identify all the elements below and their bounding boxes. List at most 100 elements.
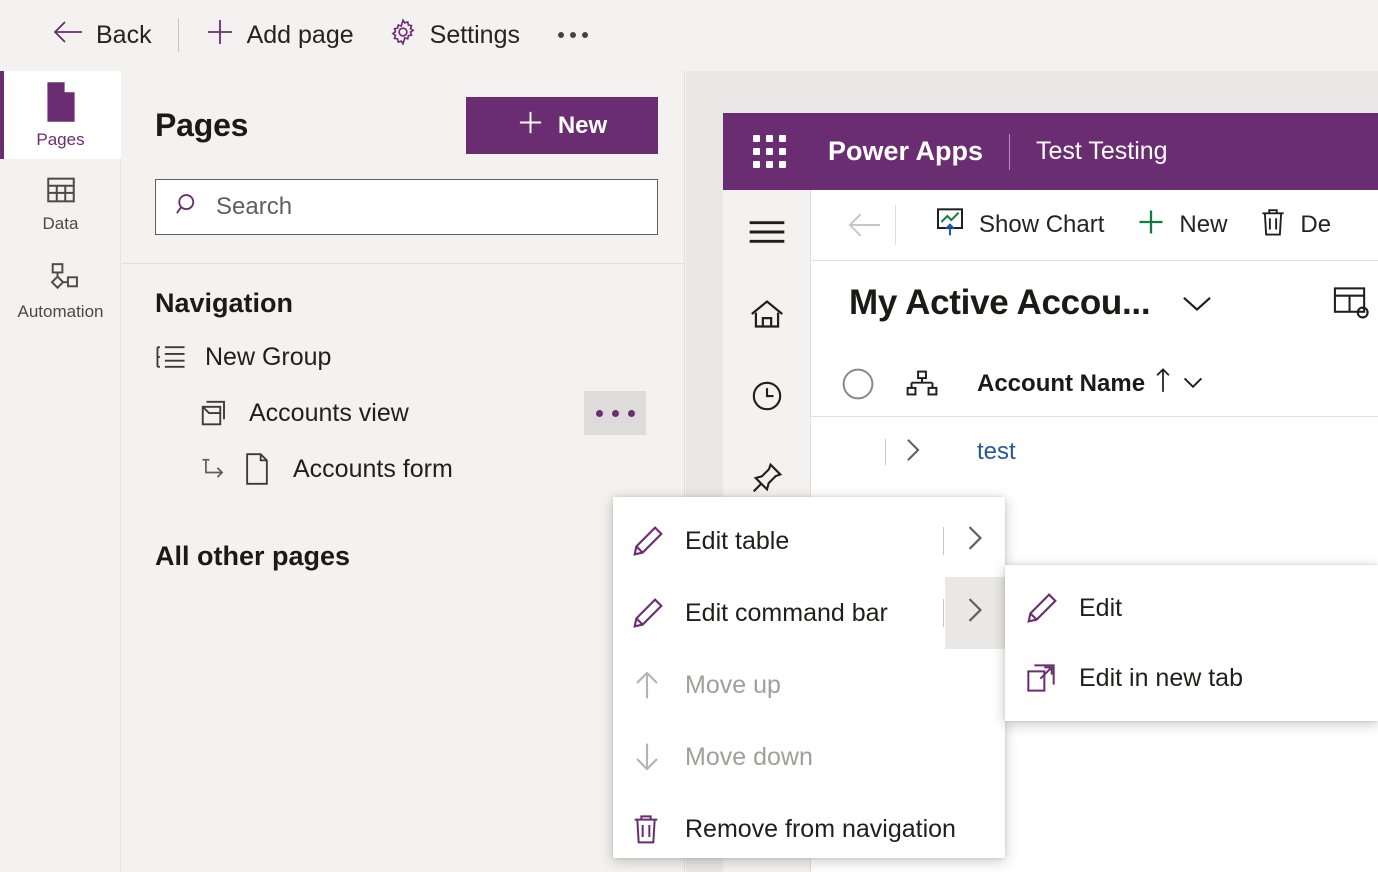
waffle-icon[interactable] bbox=[753, 135, 786, 168]
view-selector-row: My Active Accou... bbox=[811, 261, 1378, 323]
row-expand-button[interactable] bbox=[841, 436, 977, 469]
tree-item-accounts-form[interactable]: Accounts form bbox=[122, 441, 684, 497]
context-menu-item-move-up: Move up bbox=[613, 649, 1005, 721]
pencil-icon bbox=[1025, 591, 1079, 625]
open-in-new-tab-icon bbox=[1025, 662, 1079, 694]
arrow-up-icon bbox=[1154, 367, 1172, 400]
tree-item-label: Accounts view bbox=[249, 398, 409, 427]
app-command-bar: Show Chart New De bbox=[811, 190, 1378, 261]
navigation-tree: New Group Accounts view Accounts form bbox=[122, 329, 684, 497]
dot bbox=[753, 161, 760, 168]
select-all-checkbox[interactable] bbox=[841, 367, 905, 401]
hierarchy-icon bbox=[905, 369, 977, 399]
pages-panel: Pages New Navigation bbox=[122, 71, 685, 872]
edit-columns-icon[interactable] bbox=[1332, 285, 1370, 321]
new-record-label: New bbox=[1179, 211, 1228, 238]
form-page-icon bbox=[243, 453, 283, 485]
column-header-label: Account Name bbox=[977, 369, 1146, 397]
pencil-icon bbox=[631, 596, 685, 630]
show-chart-label: Show Chart bbox=[979, 211, 1105, 238]
search-box[interactable] bbox=[155, 179, 658, 235]
arrow-left-icon[interactable] bbox=[835, 211, 895, 239]
hamburger-icon[interactable] bbox=[743, 208, 791, 256]
arrow-left-icon bbox=[52, 18, 84, 53]
gear-icon bbox=[388, 17, 418, 54]
new-page-label: New bbox=[557, 111, 608, 139]
dot bbox=[766, 161, 773, 168]
sidebar-item-automation[interactable]: Automation bbox=[0, 247, 121, 335]
chevron-down-icon[interactable] bbox=[1181, 370, 1205, 398]
trash-icon bbox=[1259, 207, 1287, 244]
table-icon bbox=[44, 173, 78, 207]
chevron-down-icon[interactable] bbox=[1180, 292, 1214, 314]
command-divider bbox=[895, 205, 896, 245]
new-record-button[interactable]: New bbox=[1120, 201, 1243, 249]
tree-item-more-button[interactable] bbox=[584, 391, 646, 435]
dot bbox=[766, 135, 773, 142]
submenu-item-label: Edit in new tab bbox=[1079, 663, 1243, 692]
new-page-button[interactable]: New bbox=[466, 97, 658, 154]
tree-item-accounts-view[interactable]: Accounts view bbox=[122, 385, 684, 441]
tree-item-label: Accounts form bbox=[293, 454, 453, 483]
tree-item-label: New Group bbox=[205, 342, 332, 371]
add-page-button[interactable]: Add page bbox=[195, 13, 364, 57]
page-context-menu: Edit table Edit command bar Move up Move… bbox=[613, 497, 1005, 858]
context-menu-item-label: Edit command bar bbox=[685, 598, 888, 627]
dot bbox=[569, 32, 576, 38]
dot bbox=[611, 409, 619, 417]
pencil-icon bbox=[631, 524, 685, 558]
context-menu-item-label: Remove from navigation bbox=[685, 814, 956, 843]
dot bbox=[766, 148, 773, 155]
sidebar-item-data[interactable]: Data bbox=[0, 159, 121, 247]
context-menu-item-edit-command-bar[interactable]: Edit command bar bbox=[613, 577, 1005, 649]
dot bbox=[753, 148, 760, 155]
submenu-item-edit[interactable]: Edit bbox=[1005, 573, 1378, 643]
context-menu-item-remove-from-navigation[interactable]: Remove from navigation bbox=[613, 793, 1005, 865]
flow-icon bbox=[43, 261, 79, 295]
submenu-divider bbox=[943, 527, 944, 555]
context-menu-item-edit-table[interactable]: Edit table bbox=[613, 505, 1005, 577]
more-commands-button[interactable] bbox=[544, 15, 602, 55]
environment-name: Test Testing bbox=[1036, 137, 1168, 165]
table-row[interactable]: test bbox=[811, 417, 1378, 487]
child-branch-icon bbox=[199, 456, 243, 482]
dot bbox=[581, 32, 588, 38]
plus-icon bbox=[1136, 207, 1166, 244]
left-rail: Pages Data Automation bbox=[0, 71, 121, 872]
cell-account-name[interactable]: test bbox=[977, 438, 1016, 466]
page-icon bbox=[42, 81, 80, 123]
settings-label: Settings bbox=[429, 20, 520, 49]
tree-item-new-group[interactable]: New Group bbox=[122, 329, 684, 385]
sidebar-item-pages[interactable]: Pages bbox=[0, 71, 121, 159]
arrow-up-icon bbox=[631, 669, 685, 701]
submenu-expand-edit-command-bar[interactable] bbox=[943, 577, 1005, 649]
show-chart-button[interactable]: Show Chart bbox=[918, 201, 1120, 249]
column-header-account-name[interactable]: Account Name bbox=[977, 367, 1205, 400]
top-command-bar: Back Add page Settings bbox=[0, 0, 1378, 70]
toolbar-divider bbox=[177, 18, 179, 52]
navigation-section-title: Navigation bbox=[155, 288, 294, 318]
context-menu-item-move-down: Move down bbox=[613, 721, 1005, 793]
view-icon bbox=[199, 398, 239, 428]
dot bbox=[753, 135, 760, 142]
recent-clock-icon[interactable] bbox=[743, 372, 791, 420]
pages-panel-header: Pages New bbox=[122, 71, 684, 154]
chevron-right-icon bbox=[902, 436, 924, 469]
chart-icon bbox=[934, 206, 966, 245]
context-menu-item-label: Edit table bbox=[685, 526, 790, 555]
sidebar-item-label: Pages bbox=[36, 129, 85, 149]
arrow-down-icon bbox=[631, 741, 685, 773]
plus-icon bbox=[517, 109, 544, 143]
home-icon[interactable] bbox=[743, 290, 791, 338]
search-input[interactable] bbox=[216, 193, 639, 221]
dot bbox=[557, 32, 564, 38]
back-button[interactable]: Back bbox=[42, 13, 162, 57]
settings-button[interactable]: Settings bbox=[378, 13, 530, 57]
submenu-expand-edit-table[interactable] bbox=[943, 505, 1005, 577]
add-page-label: Add page bbox=[246, 20, 354, 49]
submenu-divider bbox=[943, 599, 944, 627]
search-icon bbox=[174, 191, 202, 224]
pin-icon[interactable] bbox=[743, 454, 791, 502]
submenu-item-edit-in-new-tab[interactable]: Edit in new tab bbox=[1005, 643, 1378, 713]
delete-button[interactable]: De bbox=[1243, 201, 1347, 249]
